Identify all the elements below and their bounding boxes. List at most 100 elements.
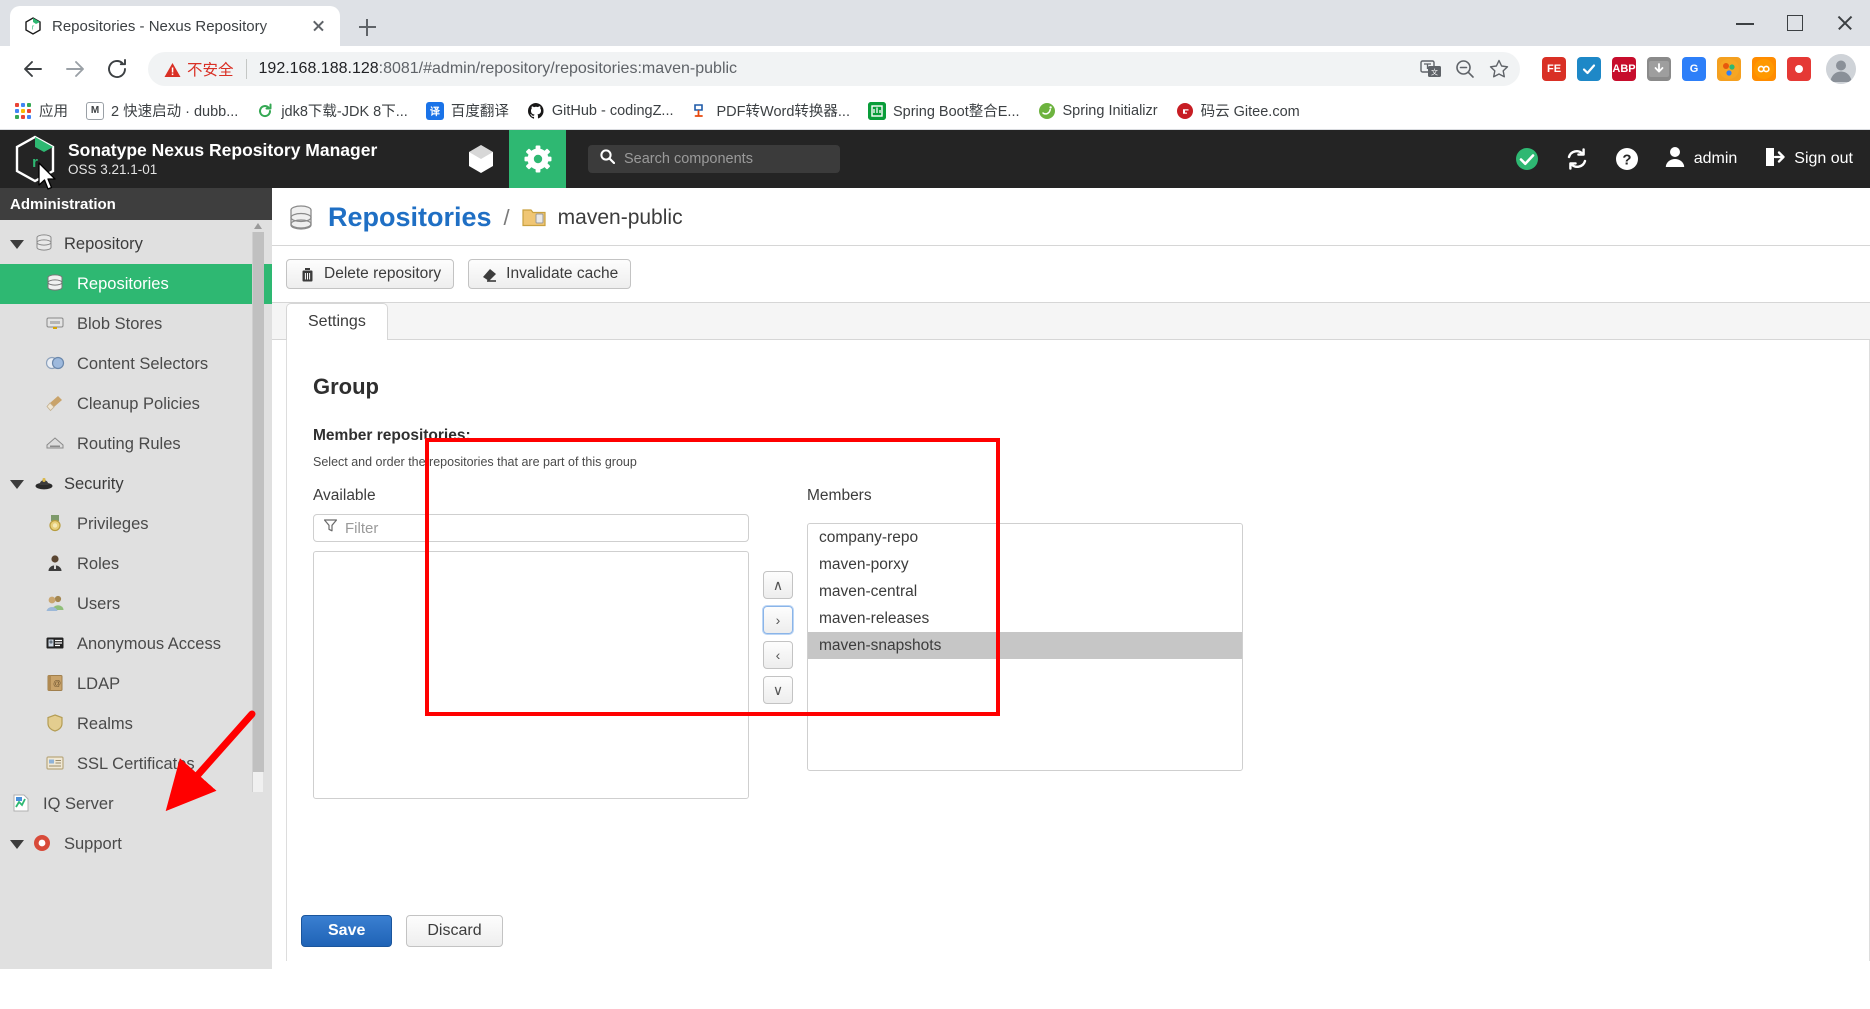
list-item[interactable]: maven-central bbox=[808, 578, 1242, 605]
sidebar-item-blob-stores[interactable]: Blob Stores bbox=[0, 304, 272, 344]
trash-icon bbox=[299, 266, 316, 283]
sidebar-title: Administration bbox=[0, 188, 272, 220]
sidebar-item-ldap[interactable]: @ LDAP bbox=[0, 664, 272, 704]
extension-infinity-icon[interactable] bbox=[1752, 57, 1776, 81]
move-left-button[interactable]: ‹ bbox=[763, 641, 793, 669]
tab-settings[interactable]: Settings bbox=[286, 303, 388, 340]
caret-down-icon bbox=[10, 839, 24, 849]
sidebar-item-label: Cleanup Policies bbox=[77, 394, 200, 413]
invalidate-cache-button[interactable]: Invalidate cache bbox=[468, 259, 632, 289]
extension-icons: FE ABP G bbox=[1532, 54, 1856, 84]
bookmark-item[interactable]: Spring Initializr bbox=[1038, 102, 1158, 120]
maximize-icon[interactable] bbox=[1770, 0, 1820, 46]
available-filter-input[interactable]: Filter bbox=[313, 514, 749, 542]
new-tab-button[interactable] bbox=[348, 8, 386, 46]
sidebar-item-privileges[interactable]: Privileges bbox=[0, 504, 272, 544]
translate-icon: 译 bbox=[425, 101, 444, 120]
sidebar-item-repositories[interactable]: Repositories bbox=[0, 264, 272, 304]
security-indicator[interactable]: 不安全 bbox=[164, 58, 234, 80]
sidebar-item-ssl-certificates[interactable]: SSL Certificates bbox=[0, 744, 272, 784]
move-right-button[interactable]: › bbox=[763, 606, 793, 634]
sidebar-item-roles[interactable]: Roles bbox=[0, 544, 272, 584]
tab-title: Repositories - Nexus Repository bbox=[52, 17, 268, 35]
browse-tab-icon[interactable] bbox=[452, 130, 509, 188]
sidebar-group-security[interactable]: Security bbox=[0, 464, 272, 504]
scrollbar-thumb[interactable] bbox=[253, 232, 264, 772]
sidebar-scrollbar[interactable] bbox=[252, 223, 264, 792]
sidebar-item-routing-rules[interactable]: Routing Rules bbox=[0, 424, 272, 464]
discard-button[interactable]: Discard bbox=[406, 915, 503, 947]
minimize-icon[interactable] bbox=[1720, 0, 1770, 46]
sidebar-item-users[interactable]: Users bbox=[0, 584, 272, 624]
eraser-icon bbox=[481, 266, 498, 283]
extension-check-icon[interactable] bbox=[1577, 57, 1601, 81]
profile-avatar[interactable] bbox=[1826, 54, 1856, 84]
bookmark-label: jdk8下载-JDK 8下... bbox=[281, 104, 408, 120]
extension-google-icon[interactable]: G bbox=[1682, 57, 1706, 81]
members-list[interactable]: company-repo maven-porxy maven-central m… bbox=[807, 523, 1243, 771]
translate-icon[interactable]: 文 bbox=[1420, 58, 1442, 80]
admin-tab-gear-icon[interactable] bbox=[509, 130, 566, 188]
list-item[interactable]: company-repo bbox=[808, 524, 1242, 551]
help-icon[interactable]: ? bbox=[1602, 130, 1652, 188]
security-icon bbox=[33, 473, 55, 495]
sidebar-item-realms[interactable]: Realms bbox=[0, 704, 272, 744]
address-bar[interactable]: 不安全 192.168.188.128:8081/#admin/reposito… bbox=[148, 52, 1520, 86]
user-menu[interactable]: admin bbox=[1652, 130, 1751, 188]
bookmark-item[interactable]: Spring Boot整合E... bbox=[867, 100, 1020, 121]
forward-icon[interactable] bbox=[56, 50, 94, 88]
extension-abp-icon[interactable]: ABP bbox=[1612, 57, 1636, 81]
save-button[interactable]: Save bbox=[301, 915, 393, 947]
shield-icon bbox=[44, 713, 66, 735]
svg-text:文: 文 bbox=[1431, 68, 1438, 77]
refresh-icon[interactable] bbox=[1552, 130, 1602, 188]
sidebar-item-cleanup-policies[interactable]: Cleanup Policies bbox=[0, 384, 272, 424]
window-close-icon[interactable] bbox=[1820, 0, 1870, 46]
available-list[interactable] bbox=[313, 551, 749, 799]
sidebar-group-label: Security bbox=[64, 474, 124, 493]
health-check-icon[interactable] bbox=[1502, 130, 1552, 188]
bookmark-item[interactable]: 译 百度翻译 bbox=[425, 100, 509, 121]
list-item[interactable]: maven-snapshots bbox=[808, 632, 1242, 659]
extension-red-icon[interactable] bbox=[1787, 57, 1811, 81]
sidebar-item-content-selectors[interactable]: Content Selectors bbox=[0, 344, 272, 384]
role-icon bbox=[44, 553, 66, 575]
sidebar-item-iq-server[interactable]: IQ Server bbox=[0, 784, 272, 824]
nexus-header: r Sonatype Nexus Repository Manager OSS … bbox=[0, 130, 1870, 188]
reload-icon[interactable] bbox=[98, 50, 136, 88]
bookmark-item[interactable]: 码云 Gitee.com bbox=[1176, 100, 1300, 121]
search-placeholder: Search components bbox=[624, 151, 753, 167]
bookmark-star-icon[interactable] bbox=[1488, 58, 1510, 80]
blobstore-icon bbox=[44, 313, 66, 335]
zoom-out-icon[interactable] bbox=[1454, 58, 1476, 80]
sidebar-group-repository[interactable]: Repository bbox=[0, 224, 272, 264]
routing-icon bbox=[44, 433, 66, 455]
browser-chrome: r Repositories - Nexus Repository 不安全 19… bbox=[0, 0, 1870, 130]
sidebar-item-support[interactable]: Support bbox=[0, 824, 272, 864]
browser-tab[interactable]: r Repositories - Nexus Repository bbox=[10, 6, 340, 46]
bookmark-apps[interactable]: 应用 bbox=[14, 100, 68, 121]
nexus-favicon: r bbox=[24, 17, 42, 35]
extension-puzzle-icon[interactable] bbox=[1717, 57, 1741, 81]
users-icon bbox=[44, 593, 66, 615]
search-input[interactable]: Search components bbox=[588, 145, 840, 173]
back-icon[interactable] bbox=[14, 50, 52, 88]
delete-repository-button[interactable]: Delete repository bbox=[286, 259, 455, 289]
close-icon[interactable] bbox=[306, 14, 330, 38]
move-down-button[interactable]: ∨ bbox=[763, 676, 793, 704]
bookmark-item[interactable]: GitHub - codingZ... bbox=[527, 102, 674, 120]
list-item[interactable]: maven-releases bbox=[808, 605, 1242, 632]
bookmark-item[interactable]: jdk8下载-JDK 8下... bbox=[256, 100, 408, 121]
breadcrumb-root[interactable]: Repositories bbox=[328, 202, 492, 233]
extension-fe-icon[interactable]: FE bbox=[1542, 57, 1566, 81]
bookmark-item[interactable]: M 2 快速启动 · dubb... bbox=[86, 100, 238, 121]
extension-download-icon[interactable] bbox=[1647, 57, 1671, 81]
bookmark-item[interactable]: PDF转Word转换器... bbox=[692, 100, 850, 121]
scroll-up-icon[interactable] bbox=[253, 220, 264, 232]
sidebar-item-anonymous-access[interactable]: Anonymous Access bbox=[0, 624, 272, 664]
list-item[interactable]: maven-porxy bbox=[808, 551, 1242, 578]
nexus-branding[interactable]: r Sonatype Nexus Repository Manager OSS … bbox=[0, 135, 452, 183]
database-icon bbox=[33, 233, 55, 255]
signout-button[interactable]: Sign out bbox=[1750, 130, 1866, 188]
move-up-button[interactable]: ∧ bbox=[763, 571, 793, 599]
